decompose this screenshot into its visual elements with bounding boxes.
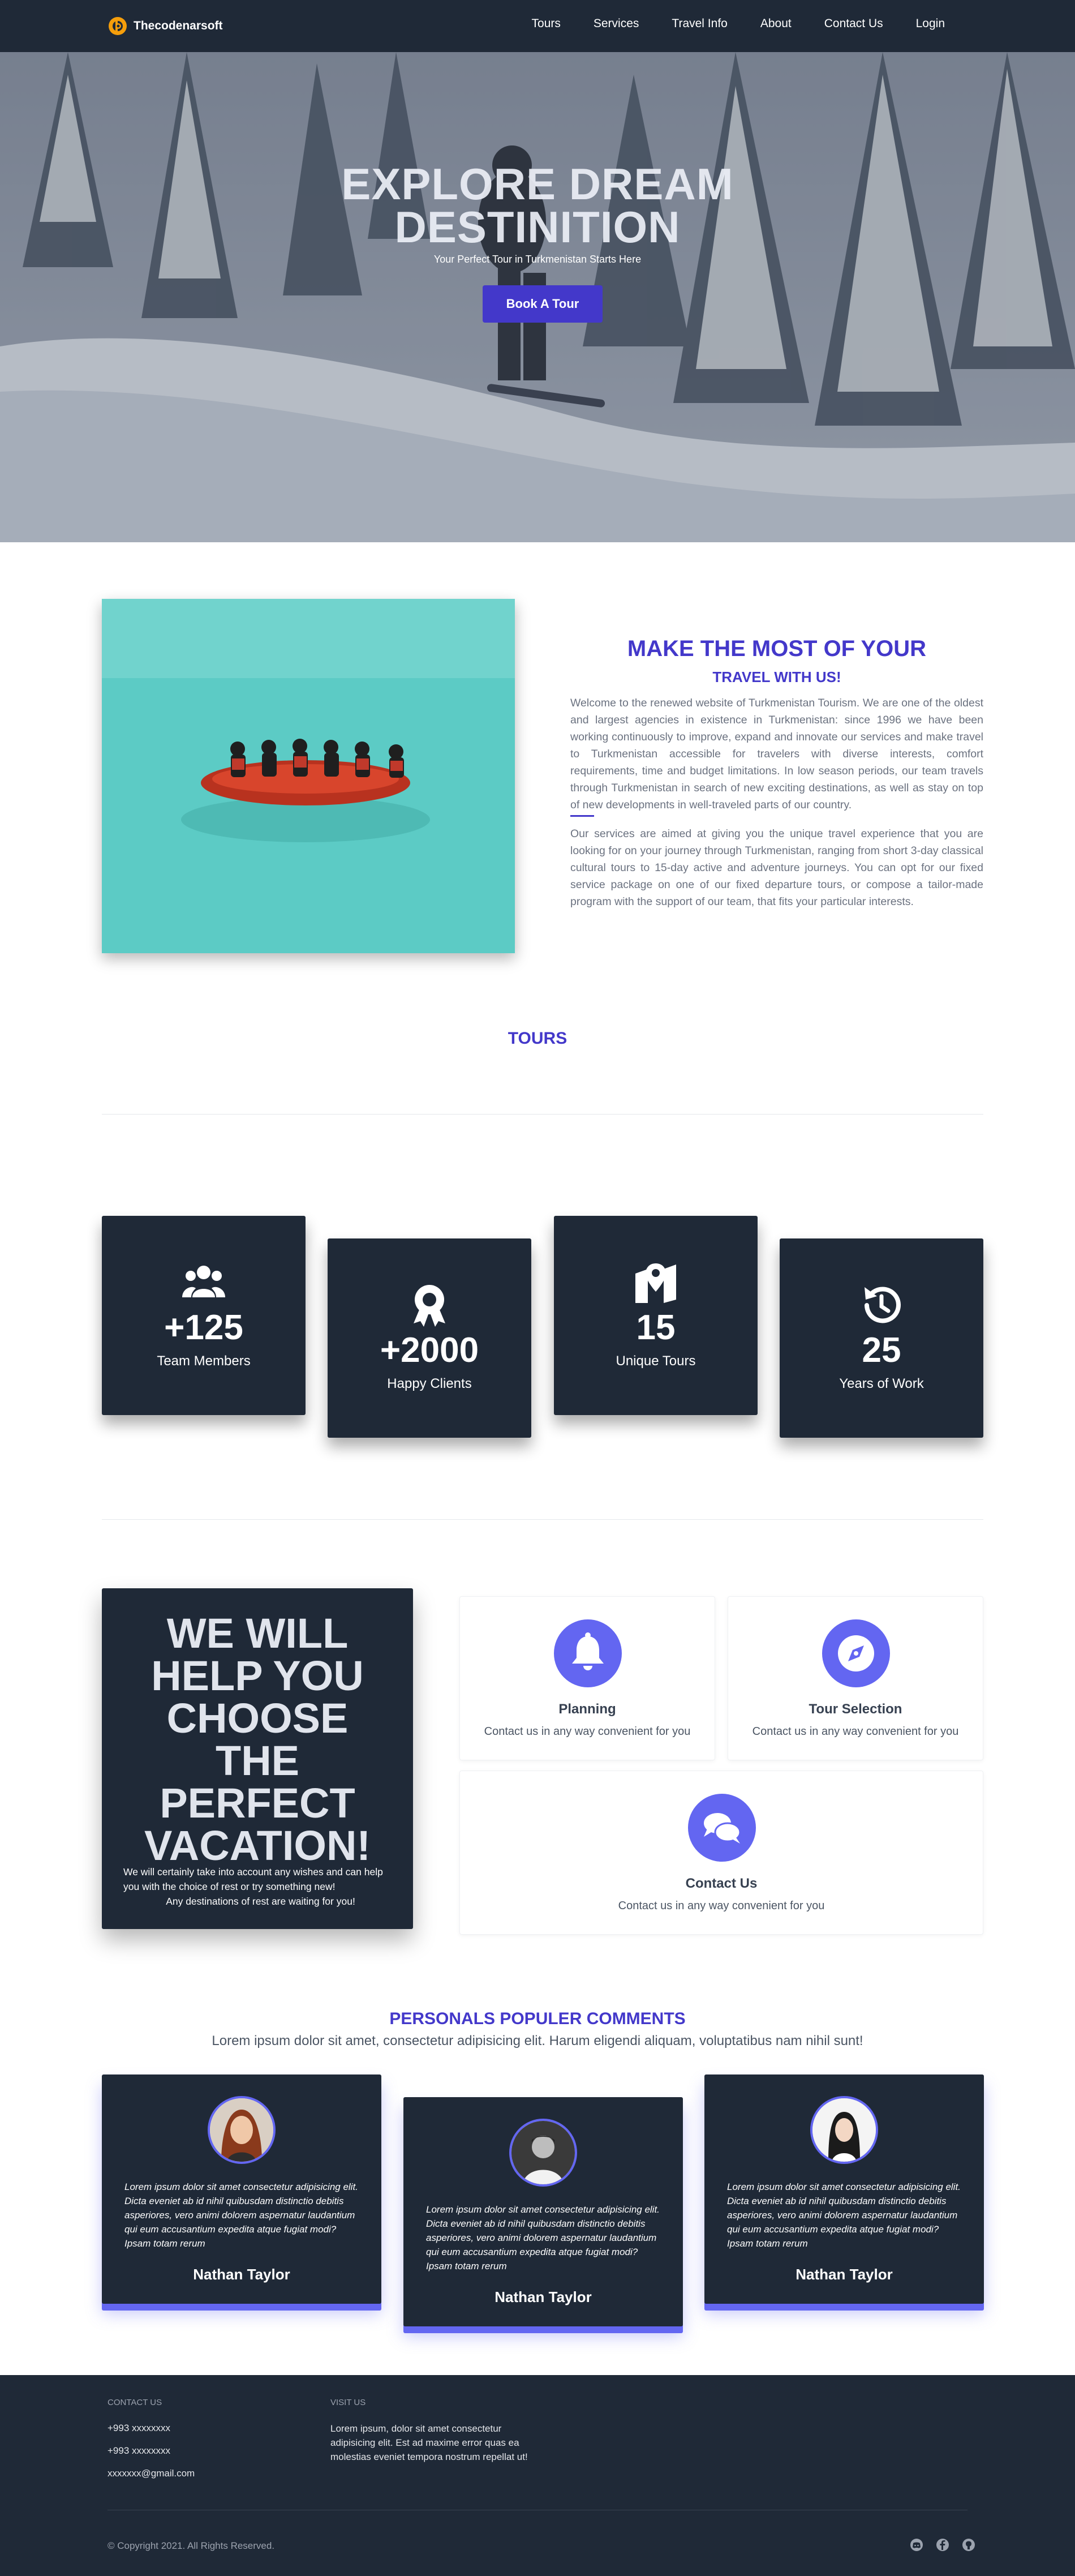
help-text-line2: Any destinations of rest are waiting for… <box>166 1896 355 1907</box>
service-icon-circle <box>688 1794 756 1862</box>
nav-link-contact-us[interactable]: Contact Us <box>824 17 883 31</box>
avatar <box>509 2119 577 2187</box>
nav-link-about[interactable]: About <box>760 17 792 31</box>
hero-title: EXPLORE DREAM DESTINITION <box>0 159 1075 252</box>
footer-email[interactable]: xxxxxxx@gmail.com <box>108 2468 195 2479</box>
nav-link-login[interactable]: Login <box>916 17 945 31</box>
help-title: WE WILL HELP YOU CHOOSE THE PERFECT VACA… <box>102 1612 413 1867</box>
help-title-line: CHOOSE <box>166 1695 349 1742</box>
about-image-rafting <box>102 599 515 953</box>
stat-number: +2000 <box>380 1331 479 1370</box>
top-navbar: Thecodenarsoft Tours Services Travel Inf… <box>0 0 1075 52</box>
facebook-icon[interactable] <box>936 2538 949 2552</box>
nav-links: Tours Services Travel Info About Contact… <box>499 17 945 31</box>
service-card-planning[interactable]: Planning Contact us in any way convenien… <box>459 1596 715 1760</box>
service-name: Planning <box>558 1701 616 1717</box>
map-marker-icon <box>635 1263 676 1303</box>
help-title-line: HELP YOU <box>151 1652 364 1699</box>
help-title-line: WE WILL <box>166 1610 349 1657</box>
brand-logo-icon <box>109 17 127 35</box>
comment-author: Nathan Taylor <box>494 2288 592 2305</box>
tours-title: TOURS <box>508 1029 567 1048</box>
stat-label: Happy Clients <box>387 1376 472 1391</box>
hero-title-line1: EXPLORE DREAM <box>341 159 734 209</box>
help-text-line1: We will certainly take into account any … <box>123 1866 383 1892</box>
about-divider <box>570 815 594 817</box>
nav-link-tours[interactable]: Tours <box>532 17 561 31</box>
footer-phone-2[interactable]: +993 xxxxxxxx <box>108 2445 170 2457</box>
help-title-line: VACATION! <box>144 1822 371 1869</box>
footer-copyright: © Copyright 2021. All Rights Reserved. <box>108 2540 275 2551</box>
stat-card-clients: +2000 Happy Clients <box>328 1238 531 1438</box>
stats-divider <box>102 1519 983 1520</box>
book-tour-button[interactable]: Book A Tour <box>483 285 603 323</box>
compass-icon <box>838 1635 874 1671</box>
tours-divider <box>102 1114 983 1115</box>
help-title-line: PERFECT <box>160 1780 355 1827</box>
stat-label: Unique Tours <box>616 1353 696 1369</box>
comment-text: Lorem ipsum dolor sit amet consectetur a… <box>727 2181 961 2249</box>
brand[interactable]: Thecodenarsoft <box>108 16 223 36</box>
stat-number: +125 <box>164 1308 243 1347</box>
history-icon <box>865 1287 901 1323</box>
nav-link-travel-info[interactable]: Travel Info <box>672 17 727 31</box>
service-card-tour-selection[interactable]: Tour Selection Contact us in any way con… <box>728 1596 983 1760</box>
help-text: We will certainly take into account any … <box>123 1865 398 1909</box>
footer-visit-text: Lorem ipsum, dolor sit amet consectetur … <box>330 2423 528 2462</box>
comment-text: Lorem ipsum dolor sit amet consectetur a… <box>124 2181 358 2249</box>
avatar <box>208 2096 276 2164</box>
comments-title: PERSONALS POPULER COMMENTS <box>389 2009 686 2028</box>
service-icon-circle <box>822 1619 890 1687</box>
stat-card-tours: 15 Unique Tours <box>554 1216 758 1415</box>
service-desc: Contact us in any way convenient for you <box>618 1900 825 1912</box>
nav-link-services[interactable]: Services <box>594 17 639 31</box>
service-name: Tour Selection <box>809 1701 902 1717</box>
footer-visit-heading: VISIT US <box>330 2398 366 2407</box>
comment-author: Nathan Taylor <box>796 2266 893 2283</box>
discord-icon[interactable] <box>910 2538 923 2552</box>
comment-card: Lorem ipsum dolor sit amet consectetur a… <box>403 2097 683 2326</box>
stat-label: Team Members <box>157 1353 251 1369</box>
bell-icon <box>572 1632 604 1670</box>
comment-author: Nathan Taylor <box>193 2266 290 2283</box>
comments-icon <box>704 1813 741 1844</box>
users-icon <box>182 1266 225 1297</box>
hero-subtitle: Your Perfect Tour in Turkmenistan Starts… <box>433 254 642 265</box>
award-icon <box>414 1285 445 1327</box>
stat-number: 25 <box>862 1331 901 1370</box>
stat-label: Years of Work <box>839 1376 924 1391</box>
brand-name: Thecodenarsoft <box>134 19 223 32</box>
stat-card-team: +125 Team Members <box>102 1216 306 1415</box>
stat-card-years: 25 Years of Work <box>780 1238 983 1438</box>
about-paragraph-2: Our services are aimed at giving you the… <box>570 828 983 908</box>
comment-card: Lorem ipsum dolor sit amet consectetur a… <box>704 2074 984 2304</box>
comment-card: Lorem ipsum dolor sit amet consectetur a… <box>102 2074 381 2304</box>
about-title: MAKE THE MOST OF YOUR <box>627 636 927 661</box>
github-icon[interactable] <box>962 2538 975 2552</box>
comments-subtitle: Lorem ipsum dolor sit amet, consectetur … <box>212 2033 863 2048</box>
about-paragraph-1: Welcome to the renewed website of Turkme… <box>570 697 983 811</box>
service-name: Contact Us <box>685 1876 758 1891</box>
footer-phone-1[interactable]: +993 xxxxxxxx <box>108 2423 170 2434</box>
footer-contact-heading: CONTACT US <box>108 2398 162 2407</box>
footer: CONTACT US +993 xxxxxxxx +993 xxxxxxxx x… <box>0 2375 1075 2576</box>
avatar <box>810 2096 878 2164</box>
help-title-line: THE <box>216 1737 299 1784</box>
service-desc: Contact us in any way convenient for you <box>752 1725 959 1738</box>
help-callout: WE WILL HELP YOU CHOOSE THE PERFECT VACA… <box>102 1588 413 1929</box>
hero-title-line2: DESTINITION <box>394 202 681 252</box>
service-icon-circle <box>554 1619 622 1687</box>
footer-social-icons <box>910 2538 975 2552</box>
service-card-contact-us[interactable]: Contact Us Contact us in any way conveni… <box>459 1771 983 1935</box>
about-subtitle: TRAVEL WITH US! <box>712 668 841 685</box>
service-desc: Contact us in any way convenient for you <box>484 1725 691 1738</box>
hero-banner: EXPLORE DREAM DESTINITION Your Perfect T… <box>0 52 1075 542</box>
comment-text: Lorem ipsum dolor sit amet consectetur a… <box>426 2204 660 2271</box>
stat-number: 15 <box>636 1308 676 1347</box>
